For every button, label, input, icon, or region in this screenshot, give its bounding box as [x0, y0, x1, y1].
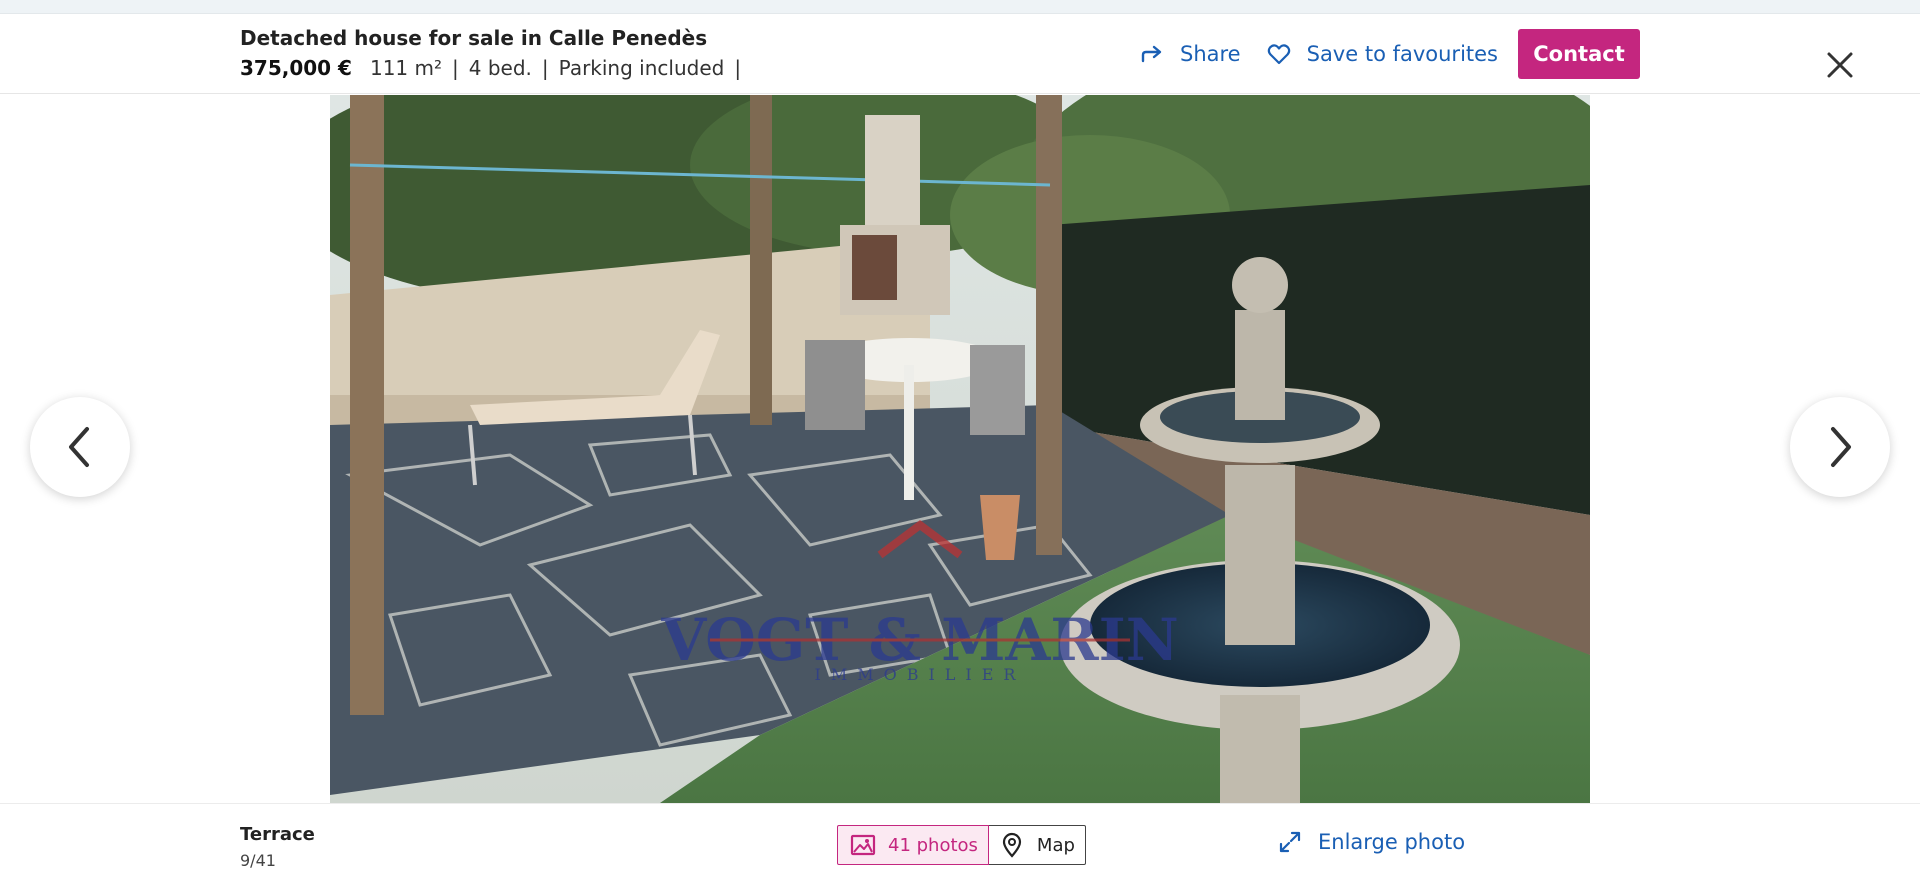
- top-strip: [0, 0, 1920, 14]
- view-switcher: 41 photos Map: [837, 825, 1086, 865]
- share-label: Share: [1180, 42, 1241, 66]
- photos-tab-label: 41 photos: [888, 834, 978, 856]
- listing-header: Detached house for sale in Calle Penedès…: [0, 14, 1920, 94]
- next-photo-button[interactable]: [1790, 397, 1890, 497]
- feature-separator: |: [734, 56, 742, 80]
- photo-viewer: VOGT & MARIN IMMOBILIER: [0, 95, 1920, 803]
- heart-icon: [1267, 44, 1290, 65]
- feature-bedrooms: 4 bed.: [468, 56, 532, 80]
- previous-photo-button[interactable]: [30, 397, 130, 497]
- close-button[interactable]: [1825, 50, 1855, 80]
- image-icon: [850, 834, 876, 856]
- svg-text:IMMOBILIER: IMMOBILIER: [815, 665, 1026, 684]
- map-tab-label: Map: [1036, 834, 1075, 856]
- contact-button[interactable]: Contact: [1518, 29, 1640, 79]
- header-actions: Share Save to favourites: [1140, 29, 1498, 79]
- chevron-left-icon: [69, 427, 89, 467]
- save-favourite-button[interactable]: Save to favourites: [1267, 42, 1498, 66]
- share-arrow-icon: [1141, 45, 1162, 63]
- enlarge-photo-button[interactable]: Enlarge photo: [1278, 830, 1465, 854]
- expand-icon: [1279, 831, 1301, 853]
- photos-tab[interactable]: 41 photos: [837, 825, 989, 865]
- enlarge-label: Enlarge photo: [1318, 830, 1466, 854]
- listing-summary: 375,000 € 111 m² | 4 bed. | Parking incl…: [240, 56, 751, 80]
- favourite-label: Save to favourites: [1306, 42, 1498, 66]
- chevron-right-icon: [1831, 427, 1851, 467]
- close-icon: [1827, 52, 1853, 78]
- photo-counter: 9/41: [240, 851, 276, 870]
- listing-price: 375,000 €: [240, 56, 352, 80]
- map-pin-icon: [1002, 832, 1022, 858]
- photo-footer: Terrace 9/41 41 photos Map Enlarge photo: [0, 803, 1920, 883]
- terrace-photo-illustration: VOGT & MARIN IMMOBILIER: [330, 95, 1590, 803]
- map-tab[interactable]: Map: [988, 825, 1086, 865]
- feature-separator: |: [541, 56, 549, 80]
- listing-title: Detached house for sale in Calle Penedès: [240, 26, 708, 50]
- photo-caption: Terrace: [240, 824, 315, 845]
- feature-area: 111 m²: [369, 56, 443, 80]
- share-button[interactable]: Share: [1140, 42, 1241, 66]
- feature-parking: Parking included: [558, 56, 725, 80]
- listing-photo: VOGT & MARIN IMMOBILIER: [330, 95, 1590, 803]
- feature-separator: |: [452, 56, 459, 80]
